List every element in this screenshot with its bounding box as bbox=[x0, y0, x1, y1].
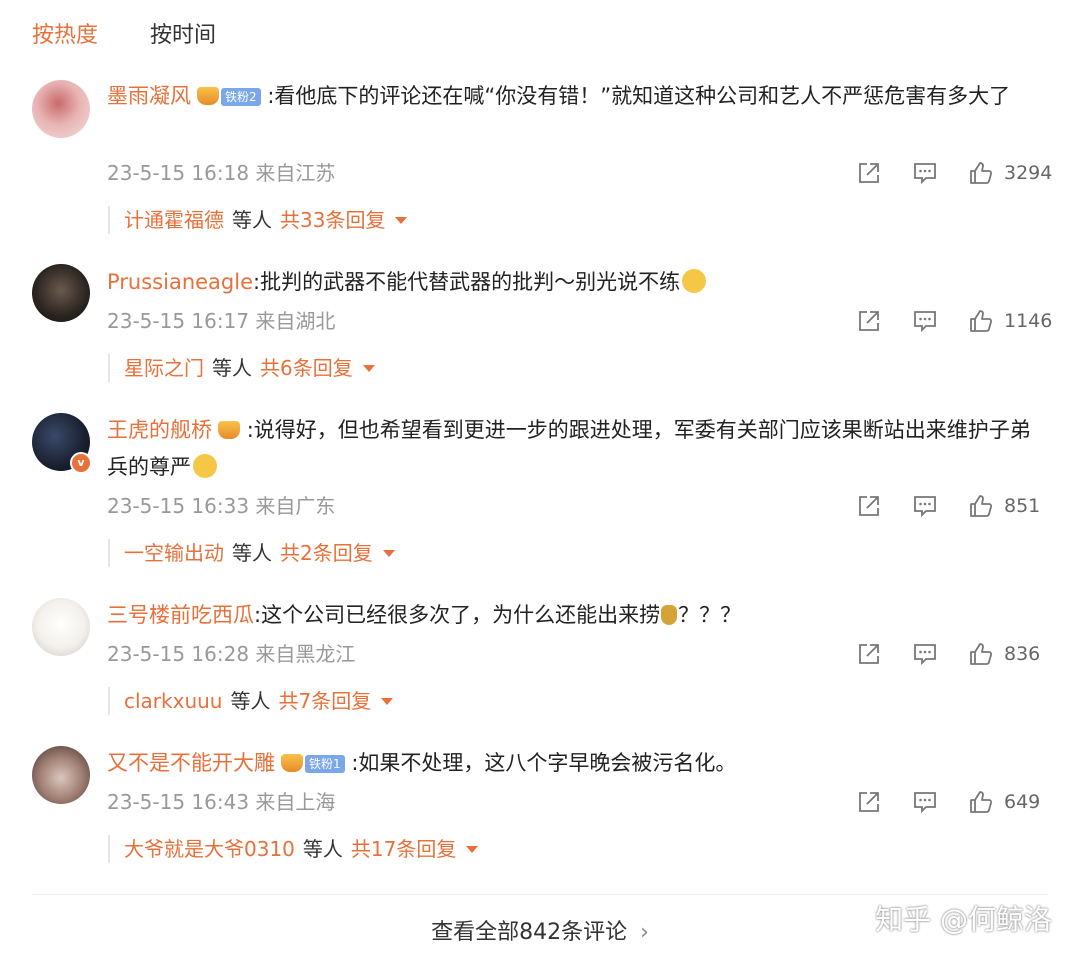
comment-meta: 23-5-15 16:17 来自湖北 bbox=[107, 309, 336, 333]
avatar[interactable] bbox=[32, 746, 90, 804]
comment-meta: 23-5-15 16:43 来自上海 bbox=[107, 790, 336, 814]
watermark: 知乎 @何鲸洛 bbox=[875, 903, 1052, 936]
reply-username[interactable]: 计通霍福德 bbox=[124, 208, 224, 232]
username[interactable]: Prussianeagle bbox=[107, 270, 253, 294]
like-icon[interactable] bbox=[968, 308, 994, 334]
comment-actions: 851 bbox=[856, 491, 1050, 521]
comment-content: Prussianeagle:批判的武器不能代替武器的批判～别光说不练 bbox=[107, 264, 1047, 301]
like-count: 1146 bbox=[1004, 310, 1053, 332]
comment-text: :这个公司已经很多次了，为什么还能出来捞 bbox=[254, 603, 661, 627]
share-icon[interactable] bbox=[856, 493, 882, 519]
money-bag-icon bbox=[661, 605, 678, 625]
like-count: 851 bbox=[1004, 495, 1041, 517]
comment-content: 三号楼前吃西瓜:这个公司已经很多次了，为什么还能出来捞 ？？？ bbox=[107, 597, 1047, 634]
comment-actions: 3294 bbox=[856, 158, 1053, 188]
reply-count-link[interactable]: 共6条回复 bbox=[260, 356, 353, 380]
comment-actions: 649 bbox=[856, 787, 1050, 817]
comment-icon[interactable] bbox=[912, 160, 938, 186]
comment-icon[interactable] bbox=[912, 308, 938, 334]
fan-badge[interactable]: 铁粉2 bbox=[221, 88, 261, 106]
comment-content: 墨雨凝风 铁粉2 :看他底下的评论还在喊“你没有错！”就知道这种公司和艺人不严惩危… bbox=[107, 78, 1047, 115]
reply-etc: 等人 bbox=[232, 208, 272, 232]
like-count: 3294 bbox=[1004, 162, 1053, 184]
reply-summary: clarkxuuu 等人 共7条回复 bbox=[108, 687, 394, 715]
fan-badge[interactable]: 铁粉1 bbox=[305, 755, 345, 773]
username[interactable]: 又不是不能开大雕 bbox=[107, 751, 275, 775]
reply-summary: 一空输出动 等人 共2条回复 bbox=[108, 539, 395, 567]
share-icon[interactable] bbox=[856, 641, 882, 667]
smirk-emoji-icon bbox=[682, 269, 707, 293]
comment-actions: 1146 bbox=[856, 306, 1053, 336]
comment-content: 王虎的舰桥 :说得好，但也希望看到更进一步的跟进处理，军委有关部门应该果断站出来… bbox=[107, 412, 1047, 486]
reply-count-link[interactable]: 共17条回复 bbox=[351, 837, 456, 861]
comment-icon[interactable] bbox=[912, 789, 938, 815]
reply-etc: 等人 bbox=[302, 837, 343, 861]
caret-down-icon[interactable] bbox=[382, 550, 395, 557]
reply-summary: 计通霍福德 等人 共33条回复 bbox=[108, 206, 408, 234]
comment-icon[interactable] bbox=[912, 493, 938, 519]
crown-icon bbox=[218, 421, 240, 439]
footer-divider bbox=[32, 894, 1048, 895]
reply-count-link[interactable]: 共7条回复 bbox=[278, 689, 371, 713]
reply-count-link[interactable]: 共33条回复 bbox=[280, 208, 385, 232]
share-icon[interactable] bbox=[856, 789, 882, 815]
like-icon[interactable] bbox=[968, 160, 994, 186]
avatar[interactable] bbox=[32, 264, 90, 322]
share-icon[interactable] bbox=[856, 308, 882, 334]
comment-text: :说得好，但也希望看到更进一步的跟进处理，军委有关部门应该果断站出来维护子弟兵的… bbox=[107, 418, 1031, 479]
avatar[interactable] bbox=[32, 598, 90, 656]
reply-username[interactable]: clarkxuuu bbox=[124, 689, 222, 713]
avatar[interactable] bbox=[32, 80, 90, 138]
comment-meta: 23-5-15 16:33 来自广东 bbox=[107, 494, 336, 518]
caret-down-icon[interactable] bbox=[466, 846, 479, 853]
caret-down-icon[interactable] bbox=[381, 698, 394, 705]
like-icon[interactable] bbox=[968, 493, 994, 519]
tab-by-time[interactable]: 按时间 bbox=[150, 18, 216, 54]
like-count: 649 bbox=[1004, 791, 1041, 813]
reply-etc: 等人 bbox=[212, 356, 252, 380]
comment-text-end: ？？？ bbox=[678, 603, 742, 627]
comment-meta: 23-5-15 16:18 来自江苏 bbox=[107, 161, 336, 185]
like-count: 836 bbox=[1004, 643, 1041, 665]
comment-text: :如果不处理，这八个字早晚会被污名化。 bbox=[351, 751, 737, 775]
comment-text: :批判的武器不能代替武器的批判～别光说不练 bbox=[253, 270, 681, 294]
love-emoji-icon bbox=[193, 454, 217, 478]
reply-etc: 等人 bbox=[230, 689, 271, 713]
caret-down-icon[interactable] bbox=[395, 217, 408, 224]
reply-count-link[interactable]: 共2条回复 bbox=[280, 541, 373, 565]
like-icon[interactable] bbox=[968, 789, 994, 815]
reply-summary: 大爷就是大爷0310 等人 共17条回复 bbox=[108, 835, 479, 863]
reply-username[interactable]: 星际之门 bbox=[124, 356, 204, 380]
username[interactable]: 墨雨凝风 bbox=[107, 84, 191, 108]
verified-icon: v bbox=[70, 452, 92, 474]
comment-content: 又不是不能开大雕 铁粉1 :如果不处理，这八个字早晚会被污名化。 bbox=[107, 745, 1047, 782]
like-icon[interactable] bbox=[968, 641, 994, 667]
crown-icon bbox=[281, 754, 303, 772]
chevron-right-icon: › bbox=[640, 920, 649, 945]
comment-meta: 23-5-15 16:28 来自黑龙江 bbox=[107, 642, 356, 666]
share-icon[interactable] bbox=[856, 160, 882, 186]
tab-by-hot[interactable]: 按热度 bbox=[32, 18, 98, 54]
reply-etc: 等人 bbox=[232, 541, 272, 565]
caret-down-icon[interactable] bbox=[362, 365, 375, 372]
reply-summary: 星际之门 等人 共6条回复 bbox=[108, 354, 375, 382]
reply-username[interactable]: 一空输出动 bbox=[124, 541, 224, 565]
username[interactable]: 三号楼前吃西瓜 bbox=[107, 603, 254, 627]
comment-text: :看他底下的评论还在喊“你没有错！”就知道这种公司和艺人不严惩危害有多大了 bbox=[267, 84, 1011, 108]
comment-actions: 836 bbox=[856, 639, 1050, 669]
comment-icon[interactable] bbox=[912, 641, 938, 667]
sort-tabs: 按热度 按时间 bbox=[32, 18, 216, 54]
username[interactable]: 王虎的舰桥 bbox=[107, 418, 212, 442]
crown-icon bbox=[197, 87, 219, 105]
reply-username[interactable]: 大爷就是大爷0310 bbox=[124, 837, 295, 861]
view-all-label: 查看全部842条评论 bbox=[431, 920, 628, 945]
